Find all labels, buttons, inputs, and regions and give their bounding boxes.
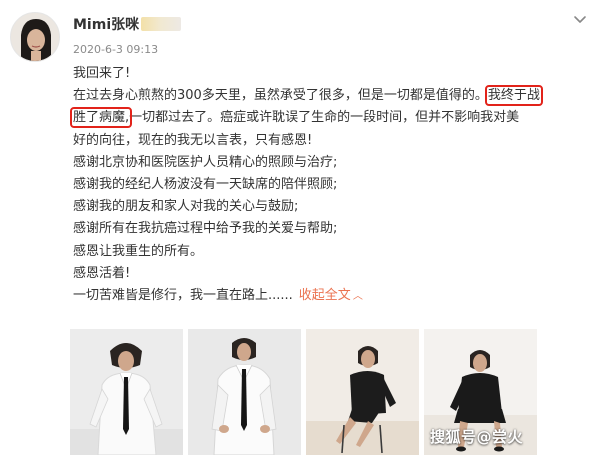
- post-line: 感谢我的经纪人杨波没有一天缺席的陪伴照顾;: [73, 177, 338, 193]
- username-row: Mimi张咪: [73, 14, 182, 34]
- post-line: 好的向往，现在的我无以言表，只有感恩!: [73, 132, 313, 148]
- post-line: 感恩让我重生的所有。: [73, 243, 204, 259]
- chevron-down-icon[interactable]: [570, 10, 590, 30]
- post-text: 在过去身心煎熬的300多天里，虽然承受了很多，但是一切都是值得的。: [73, 88, 488, 104]
- post-line: 一切苦难皆是修行，我一直在路上...... 收起全文 ︿: [73, 285, 535, 308]
- post-photo[interactable]: [188, 329, 301, 455]
- highlight-box: 我终于战: [484, 85, 543, 107]
- post-line: 感谢北京协和医院医护人员精心的照顾与治疗;: [73, 154, 338, 170]
- post-line: 感谢我的朋友和家人对我的关心与鼓励;: [73, 199, 299, 215]
- photo-grid: 搜狐号@尝火: [70, 329, 537, 455]
- post-line: 我回来了!: [73, 66, 131, 81]
- post-line: 胜了病魔,一切都过去了。癌症或许耽误了生命的一段时间，但并不影响我对美: [69, 107, 535, 129]
- collapse-text-link[interactable]: 收起全文: [299, 288, 351, 303]
- post-photo[interactable]: [70, 329, 183, 455]
- watermark: 搜狐号@尝火: [429, 428, 523, 446]
- avatar[interactable]: [10, 12, 60, 62]
- post-line: 在过去身心煎熬的300多天里，虽然承受了很多，但是一切都是值得的。我终于战: [73, 85, 543, 107]
- avatar-image: [11, 13, 59, 61]
- username[interactable]: Mimi张咪: [73, 14, 139, 34]
- post-photo[interactable]: 搜狐号@尝火: [424, 329, 537, 455]
- username-badge-blurred: [141, 17, 182, 31]
- post-line: 感恩活着!: [73, 265, 131, 281]
- post-timestamp[interactable]: 2020-6-3 09:13: [73, 43, 158, 56]
- highlight-box: 胜了病魔,: [69, 107, 133, 129]
- post-text: 一切都过去了。癌症或许耽误了生命的一段时间，但并不影响我对美: [129, 110, 520, 126]
- post-line: 感谢所有在我抗癌过程中给予我的关爱与帮助;: [73, 221, 338, 237]
- post-body: 我回来了! 在过去身心煎熬的300多天里，虽然承受了很多，但是一切都是值得的。我…: [69, 63, 543, 308]
- post-text: 一切苦难皆是修行，我一直在路上......: [73, 288, 293, 304]
- chevron-up-icon[interactable]: ︿: [353, 291, 363, 302]
- post-photo[interactable]: [306, 329, 419, 455]
